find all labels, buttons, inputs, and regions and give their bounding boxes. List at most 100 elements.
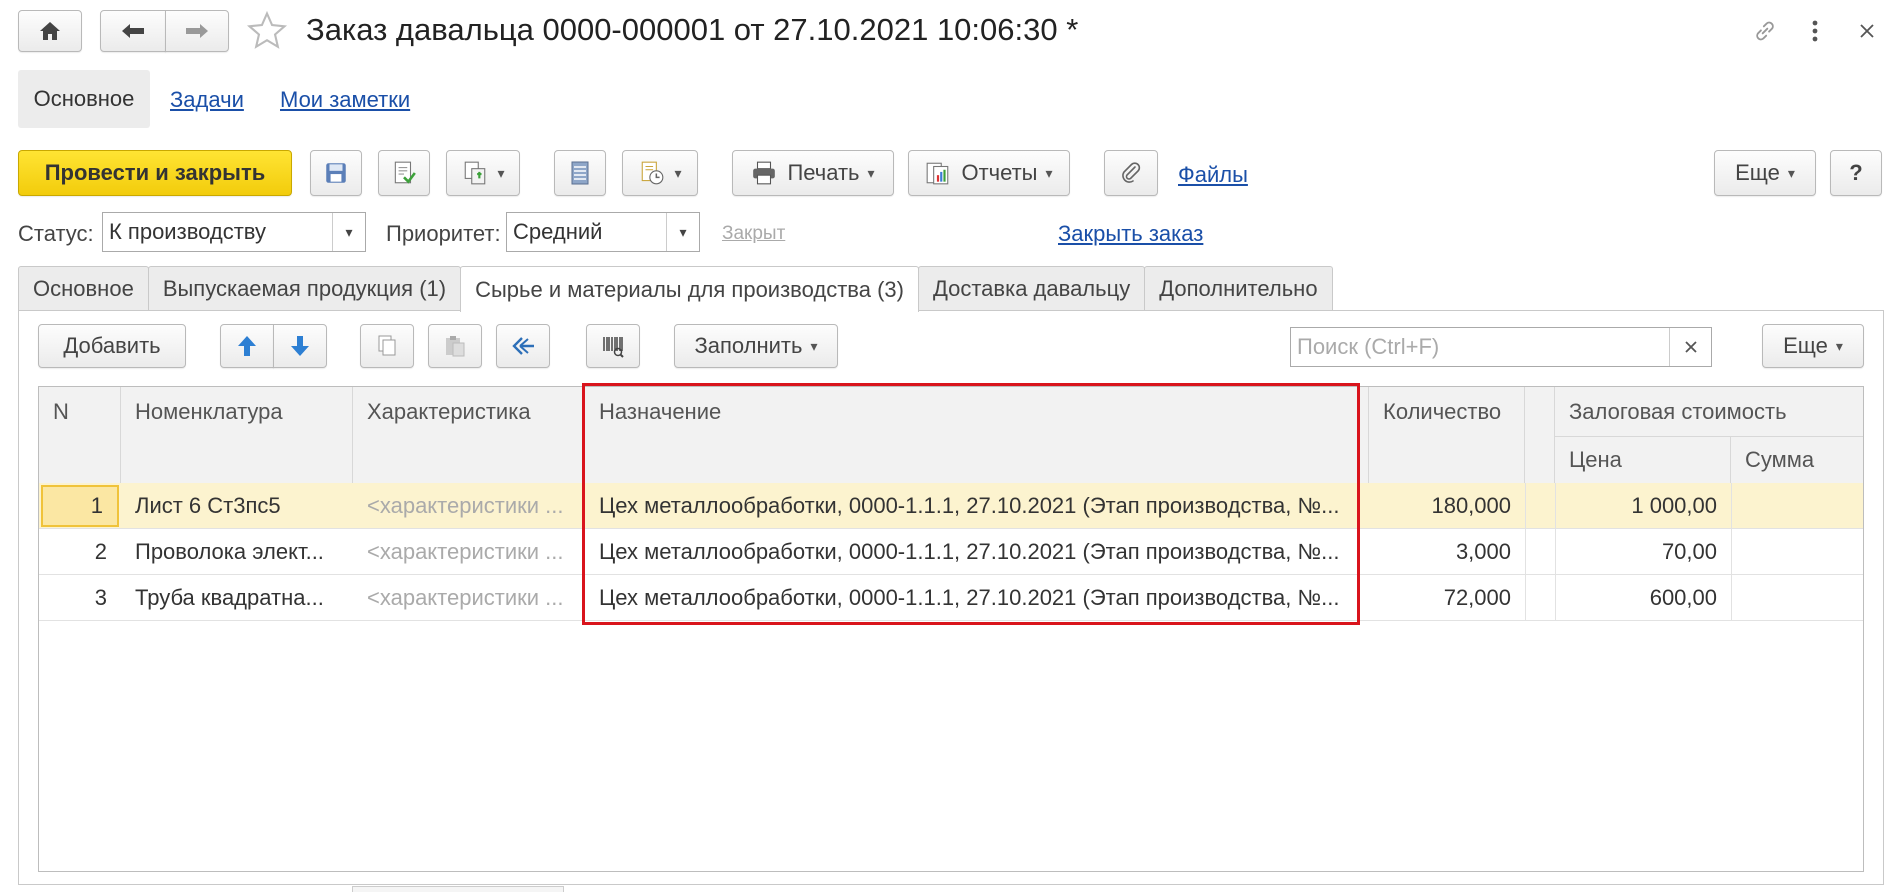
col-header-item[interactable]: Номенклатура xyxy=(121,387,353,483)
priority-label: Приоритет: xyxy=(386,221,501,246)
save-button[interactable] xyxy=(310,150,362,196)
close-window-button[interactable] xyxy=(1850,14,1884,48)
post-document-icon xyxy=(394,161,416,184)
barcode-button[interactable] xyxy=(586,324,640,368)
priority-select[interactable]: Средний ▾ xyxy=(506,212,700,252)
back-button[interactable] xyxy=(100,10,166,52)
more-vertical-icon xyxy=(1812,20,1818,42)
status-select[interactable]: К производству ▾ xyxy=(102,212,366,252)
row-number-cell[interactable]: 2 xyxy=(39,529,121,575)
item-cell[interactable]: Лист 6 Ст3пс5 xyxy=(121,483,353,529)
more-actions-button[interactable]: Еще ▾ xyxy=(1714,150,1816,196)
home-button[interactable] xyxy=(18,10,82,52)
print-button[interactable]: Печать ▾ xyxy=(732,150,894,196)
barcode-icon xyxy=(603,337,624,358)
status-label: Статус: xyxy=(18,221,94,246)
tab-label: Основное xyxy=(33,275,134,301)
more-menu-button[interactable] xyxy=(1800,14,1830,48)
scrollbar-stub[interactable] xyxy=(352,886,564,892)
row-number: 1 xyxy=(90,493,103,518)
header-label: Залоговая стоимость xyxy=(1569,399,1787,424)
help-button[interactable]: ? xyxy=(1830,150,1882,196)
col-header-n[interactable]: N xyxy=(39,387,121,483)
tab-label: Выпускаемая продукция (1) xyxy=(162,275,447,301)
price-cell[interactable]: 1 000,00 xyxy=(1555,483,1731,529)
home-icon xyxy=(40,22,60,40)
paperclip-icon xyxy=(1122,162,1141,183)
characteristic-cell[interactable]: <характеристики ... xyxy=(353,483,585,529)
col-header-spacer xyxy=(1525,387,1555,483)
attach-button[interactable] xyxy=(1104,150,1158,196)
tab-output-products[interactable]: Выпускаемая продукция (1) xyxy=(147,266,462,310)
close-order-link[interactable]: Закрыть заказ xyxy=(1058,221,1203,247)
star-icon xyxy=(246,10,288,49)
price-cell[interactable]: 70,00 xyxy=(1555,529,1731,575)
arrow-left-icon xyxy=(122,24,144,38)
quantity-cell[interactable]: 3,000 xyxy=(1369,529,1525,575)
create-based-on-icon xyxy=(465,161,486,185)
nav-notes[interactable]: Мои заметки xyxy=(280,87,410,113)
paste-row-button[interactable] xyxy=(428,324,482,368)
forward-button[interactable] xyxy=(165,10,229,52)
quantity-cell[interactable]: 72,000 xyxy=(1369,575,1525,621)
fill-button[interactable]: Заполнить ▾ xyxy=(674,324,838,368)
save-icon xyxy=(326,163,346,183)
nav-main[interactable]: Основное xyxy=(18,70,150,128)
price-cell[interactable]: 600,00 xyxy=(1555,575,1731,621)
price-value: 1 000,00 xyxy=(1631,493,1717,518)
row-number: 2 xyxy=(94,539,107,564)
row-number-cell[interactable]: 3 xyxy=(39,575,121,621)
tab-main[interactable]: Основное xyxy=(18,266,149,310)
header-label: N xyxy=(53,399,69,424)
nav-main-label: Основное xyxy=(33,86,135,111)
dropdown-arrow-icon[interactable]: ▾ xyxy=(666,213,699,251)
create-based-on-button[interactable]: ▾ xyxy=(446,150,520,196)
fill-label: Заполнить xyxy=(694,333,803,358)
sum-cell[interactable] xyxy=(1731,575,1863,621)
chevron-down-icon: ▾ xyxy=(674,164,682,181)
item-cell[interactable]: Проволока элект... xyxy=(121,529,353,575)
post-and-close-button[interactable]: Провести и закрыть xyxy=(18,150,292,196)
tab-raw-materials[interactable]: Сырье и материалы для производства (3) xyxy=(460,266,919,312)
reports-button[interactable]: Отчеты ▾ xyxy=(908,150,1070,196)
dropdown-arrow-icon[interactable]: ▾ xyxy=(332,213,365,251)
priority-value: Средний xyxy=(513,219,603,244)
sum-cell[interactable] xyxy=(1731,529,1863,575)
item-value: Труба квадратна... xyxy=(135,585,324,610)
table-more-button[interactable]: Еще ▾ xyxy=(1762,324,1864,368)
move-up-button[interactable] xyxy=(220,324,274,368)
tab-additional[interactable]: Дополнительно xyxy=(1144,266,1333,310)
col-header-deposit[interactable]: Залоговая стоимость xyxy=(1555,387,1863,437)
row-number-cell[interactable]: 1 xyxy=(41,485,119,527)
sum-cell[interactable] xyxy=(1731,483,1863,529)
characteristic-value: <характеристики ... xyxy=(367,493,564,518)
col-header-price[interactable]: Цена xyxy=(1555,437,1731,483)
link-icon xyxy=(1756,21,1774,41)
characteristic-cell[interactable]: <характеристики ... xyxy=(353,575,585,621)
link-button[interactable] xyxy=(1748,14,1782,48)
nav-tasks[interactable]: Задачи xyxy=(170,87,244,113)
search-input[interactable]: Поиск (Ctrl+F) xyxy=(1290,327,1712,367)
quantity-cell[interactable]: 180,000 xyxy=(1369,483,1525,529)
help-label: ? xyxy=(1849,160,1863,185)
characteristic-cell[interactable]: <характеристики ... xyxy=(353,529,585,575)
tab-label: Дополнительно xyxy=(1159,275,1318,301)
copy-row-button[interactable] xyxy=(360,324,414,368)
history-button[interactable]: ▾ xyxy=(622,150,698,196)
tab-delivery[interactable]: Доставка давальцу xyxy=(917,266,1146,310)
post-button[interactable] xyxy=(378,150,430,196)
col-header-quantity[interactable]: Количество xyxy=(1369,387,1525,483)
clear-search-button[interactable] xyxy=(1669,328,1711,366)
structure-button[interactable] xyxy=(554,150,606,196)
header-label: Характеристика xyxy=(367,399,531,424)
copy-icon xyxy=(378,335,396,356)
arrow-right-icon xyxy=(186,24,208,38)
split-row-button[interactable] xyxy=(496,324,550,368)
move-down-button[interactable] xyxy=(273,324,327,368)
favorite-button[interactable] xyxy=(244,8,290,54)
col-header-sum[interactable]: Сумма xyxy=(1731,437,1863,483)
files-link[interactable]: Файлы xyxy=(1178,162,1248,188)
col-header-characteristic[interactable]: Характеристика xyxy=(353,387,585,483)
add-row-button[interactable]: Добавить xyxy=(38,324,186,368)
item-cell[interactable]: Труба квадратна... xyxy=(121,575,353,621)
